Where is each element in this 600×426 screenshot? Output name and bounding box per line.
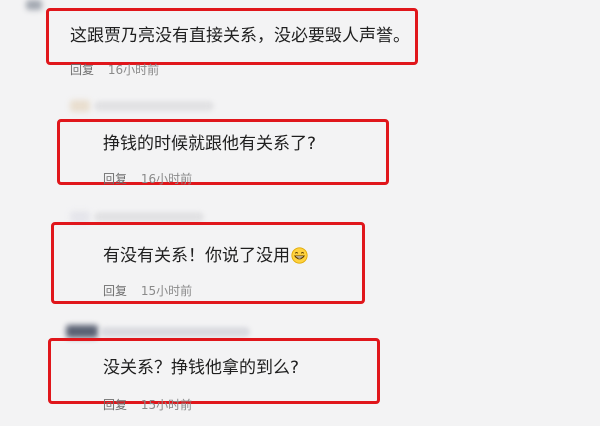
timestamp: 16小时前 — [107, 63, 160, 77]
comment-text: 这跟贾乃亮没有直接关系，没必要毁人声誉。 — [70, 26, 410, 46]
reply-button[interactable]: 回复 — [103, 398, 127, 412]
comment-meta: 回复 16小时前 — [70, 63, 159, 77]
comment-text-content: 有没有关系！你说了没用 — [103, 246, 290, 266]
comment-meta: 回复 16小时前 — [103, 172, 192, 186]
avatar[interactable] — [26, 0, 42, 10]
username[interactable] — [100, 327, 250, 337]
avatar[interactable] — [70, 100, 90, 112]
comment-text: 有没有关系！你说了没用 — [103, 246, 308, 266]
grinning-face-icon — [291, 247, 308, 264]
timestamp: 15小时前 — [140, 398, 193, 412]
comment-text: 挣钱的时候就跟他有关系了? — [103, 134, 317, 154]
reply-button[interactable]: 回复 — [70, 63, 94, 77]
username[interactable] — [94, 101, 214, 111]
timestamp: 16小时前 — [140, 172, 193, 186]
comment-meta: 回复 15小时前 — [103, 284, 192, 298]
avatar[interactable] — [66, 325, 98, 338]
reply-button[interactable]: 回复 — [103, 284, 127, 298]
reply-button[interactable]: 回复 — [103, 172, 127, 186]
username[interactable] — [94, 212, 204, 222]
timestamp: 15小时前 — [140, 284, 193, 298]
comment-text: 没关系？挣钱他拿的到么? — [103, 358, 300, 378]
comment-meta: 回复 15小时前 — [103, 398, 192, 412]
